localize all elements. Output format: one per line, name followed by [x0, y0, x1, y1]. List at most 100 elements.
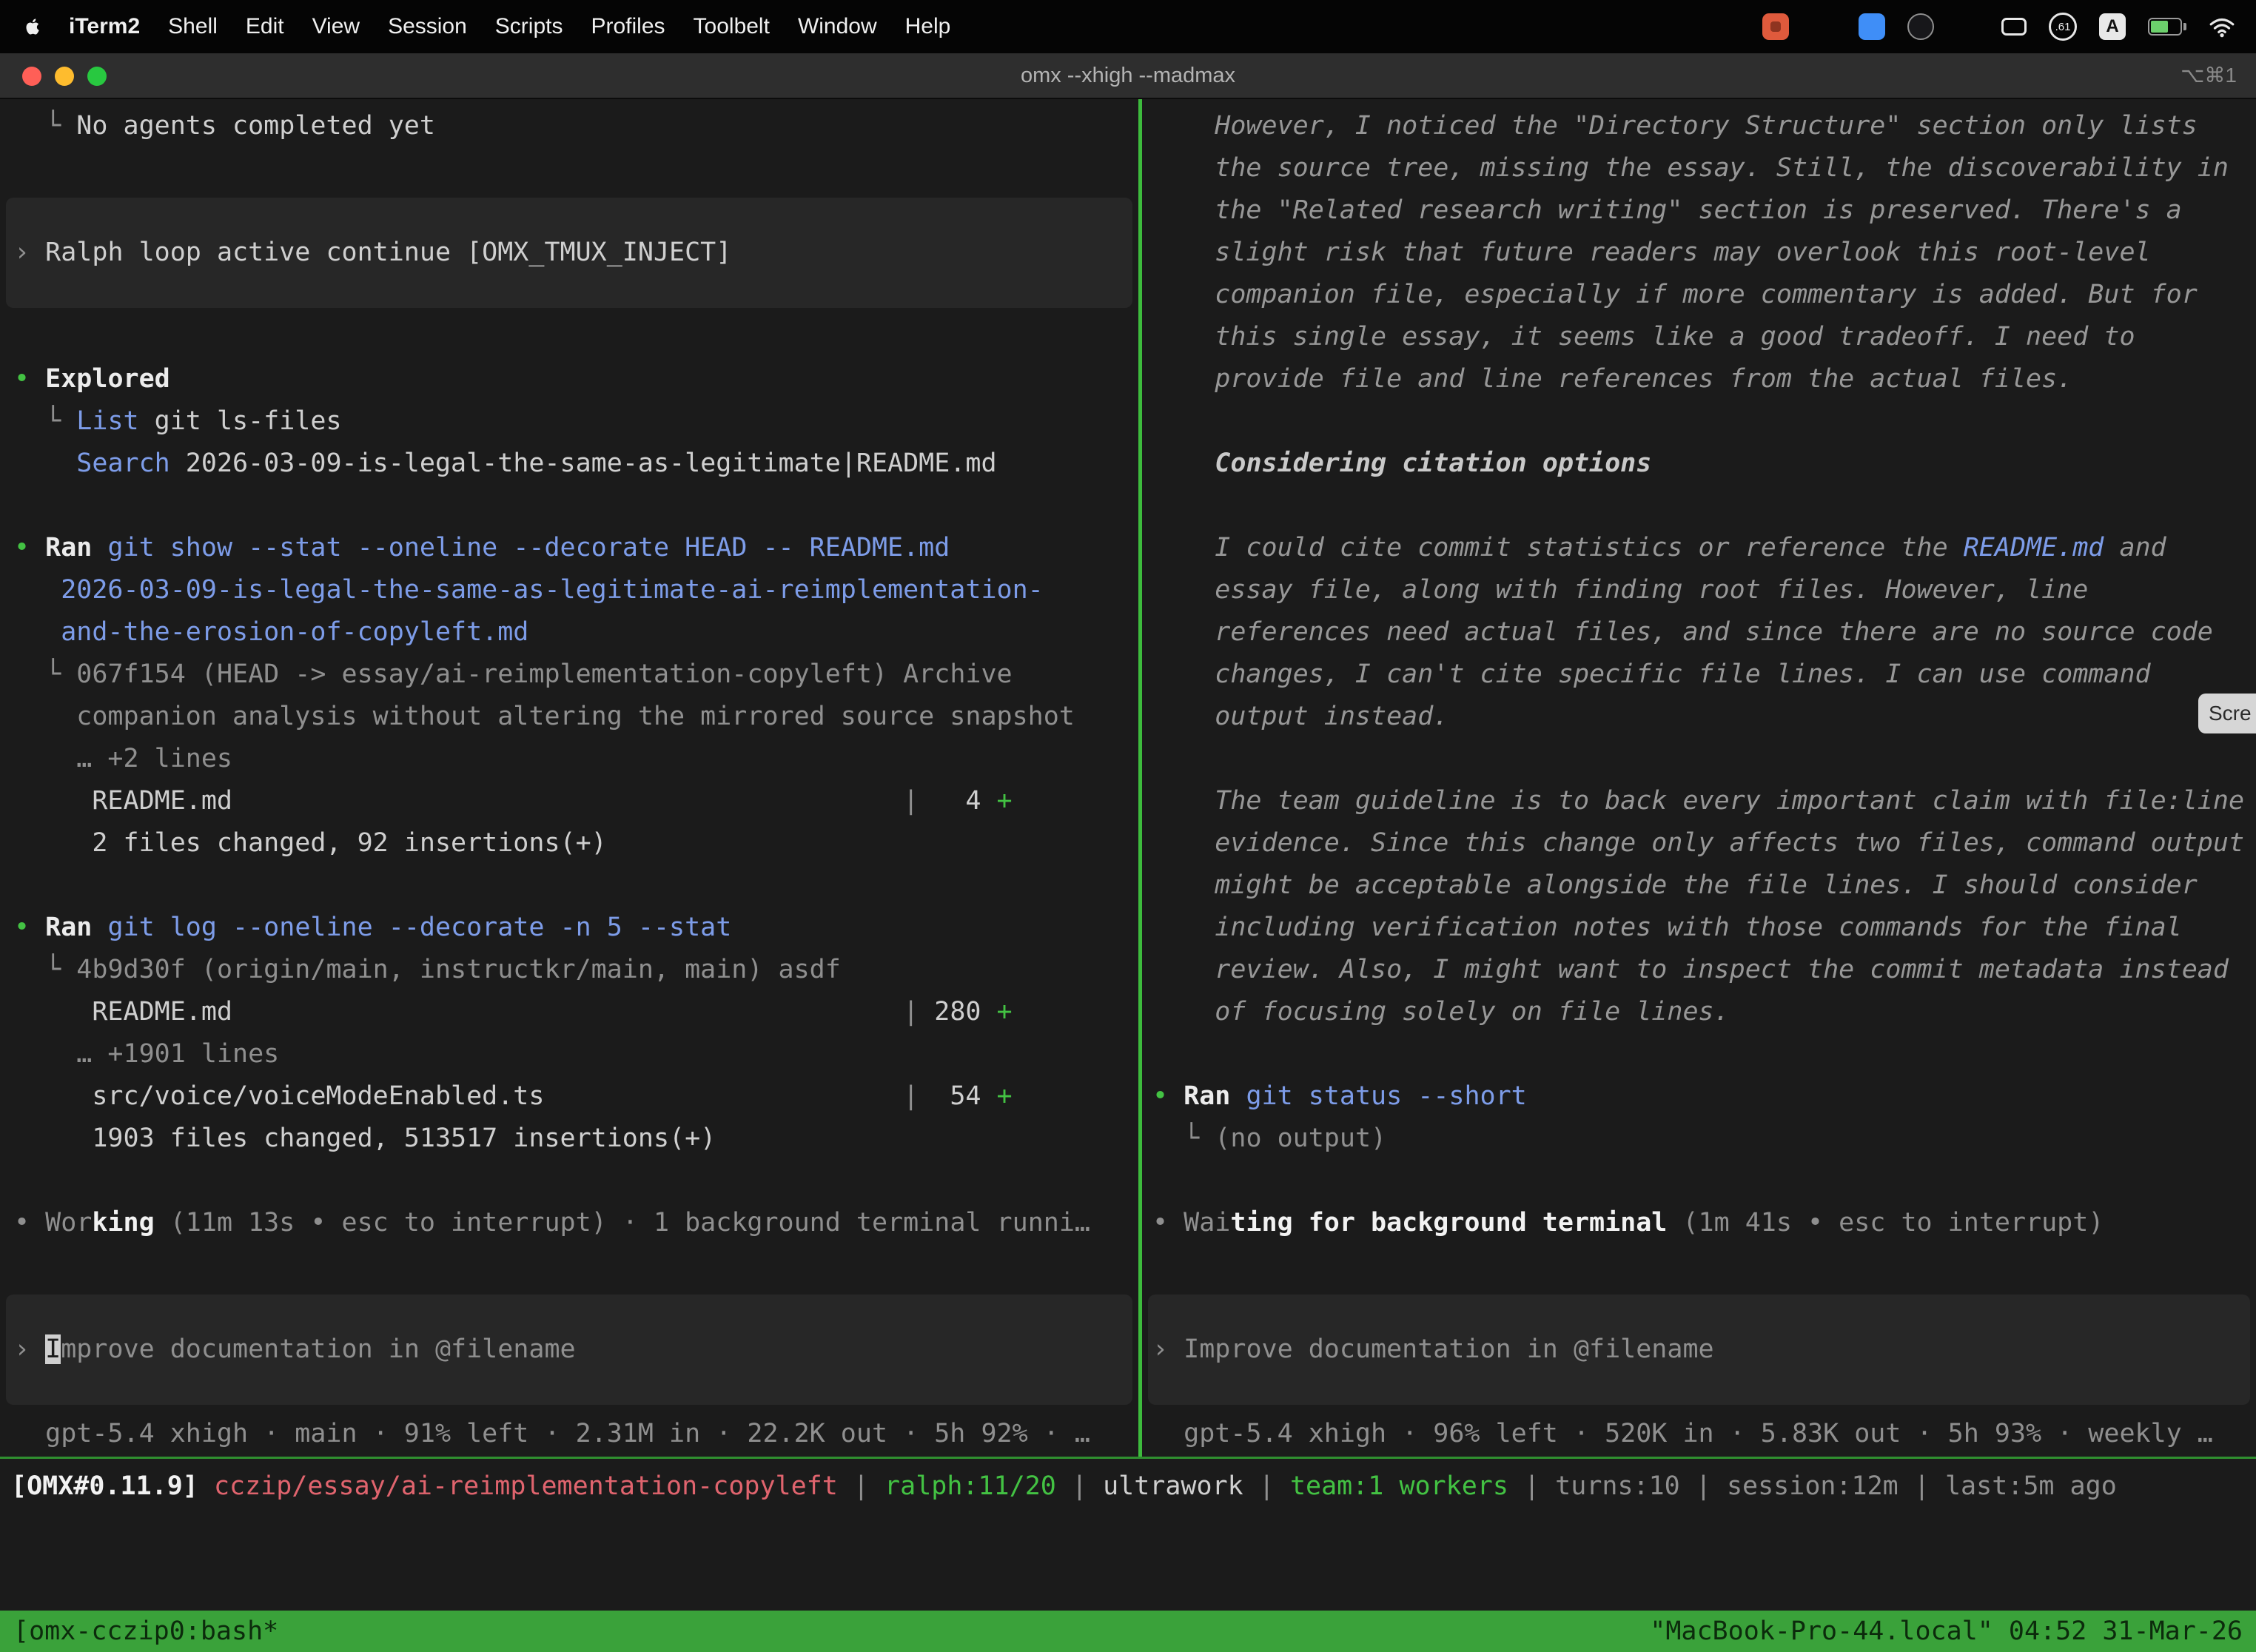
menu-item-view[interactable]: View	[298, 0, 374, 53]
key-icon[interactable]	[2001, 18, 2027, 36]
thinking-line: provide file and line references from th…	[1142, 358, 2256, 400]
commit-line: └ 067f154 (HEAD -> essay/ai-reimplementa…	[0, 654, 1138, 696]
app-icon-dark[interactable]	[1907, 13, 1934, 40]
diff-summary-line: 1903 files changed, 513517 insertions(+)	[0, 1118, 1138, 1160]
text-segment: •	[1152, 1081, 1184, 1111]
text-segment: Improve documentation in @filename	[1184, 1334, 1713, 1364]
window-title: omx --xhigh --madmax	[0, 53, 2256, 98]
blank-line	[0, 864, 1138, 907]
text-segment: (1m 41s • esc to interrupt)	[1667, 1208, 2104, 1238]
text-segment: src/voice/voiceModeEnabled.ts	[14, 1081, 903, 1111]
blank-line	[1142, 738, 2256, 780]
text-segment: and	[2104, 533, 2166, 563]
commit-line: companion analysis without altering the …	[0, 696, 1138, 738]
apple-menu-icon[interactable]	[21, 15, 44, 38]
text-segment: git status --short	[1246, 1081, 1526, 1111]
screen-recording-indicator[interactable]	[1762, 13, 1789, 40]
text-segment: 4	[919, 786, 996, 816]
thinking-line: slight risk that future readers may over…	[1142, 232, 2256, 274]
thinking-line: essay file, along with finding root file…	[1142, 569, 2256, 611]
text-segment: +	[997, 997, 1013, 1027]
window-titlebar[interactable]: omx --xhigh --madmax ⌥⌘1	[0, 53, 2256, 99]
menu-item-toolbelt[interactable]: Toolbelt	[679, 0, 784, 53]
text-segment: |	[1899, 1471, 1945, 1501]
thinking-line: might be acceptable alongside the file l…	[1142, 864, 2256, 907]
text-segment: |	[903, 786, 919, 816]
terminal-pane-right[interactable]: However, I noticed the "Directory Struct…	[1142, 99, 2256, 1457]
text-segment: 067f154 (HEAD -> essay/ai-reimplementati…	[76, 659, 1012, 689]
text-segment: the "Related research writing" section i…	[1152, 195, 2182, 225]
text-segment: List	[76, 406, 138, 436]
text-segment: Ran	[45, 533, 107, 563]
menubar-left: iTerm2ShellEditViewSessionScriptsProfile…	[21, 0, 964, 53]
model-status-line: gpt-5.4 xhigh · 96% left · 520K in · 5.8…	[1142, 1413, 2256, 1455]
text-segment: 1903 files changed, 513517 insertions(+)	[14, 1124, 716, 1153]
thinking-line: However, I noticed the "Directory Struct…	[1142, 105, 2256, 147]
text-segment: 280	[919, 997, 996, 1027]
explored-header: • Explored	[0, 358, 1138, 400]
menu-item-session[interactable]: Session	[374, 0, 481, 53]
ran-git-show-line: • Ran git show --stat --oneline --decora…	[0, 527, 1138, 569]
diff-stat-line: src/voice/voiceModeEnabled.ts | 54 +	[0, 1075, 1138, 1118]
menu-item-profiles[interactable]: Profiles	[577, 0, 679, 53]
prompt-input[interactable]: › Improve documentation in @filename	[6, 1295, 1132, 1405]
wifi-icon[interactable]	[2209, 15, 2235, 38]
menubar-status-icons: .61 A	[1762, 13, 2235, 41]
text-segment: team:1 workers	[1290, 1471, 1508, 1501]
percent-badge-icon[interactable]: .61	[2049, 13, 2077, 41]
text-segment: gpt-5.4 xhigh · 96% left · 520K in · 5.8…	[1152, 1419, 2213, 1448]
text-segment: mprove documentation in @filename	[61, 1334, 575, 1364]
working-status-line: • Working (11m 13s • esc to interrupt) ·…	[0, 1202, 1138, 1244]
text-segment: and-the-erosion-of-copyleft.md	[61, 617, 528, 647]
stage-manager-icon[interactable]	[1811, 14, 1836, 39]
menu-item-scripts[interactable]: Scripts	[481, 0, 577, 53]
text-segment: provide file and line references from th…	[1152, 364, 2072, 394]
text-segment: … +2 lines	[14, 744, 232, 773]
text-segment: • Wai	[1152, 1208, 1230, 1238]
text-segment: •	[14, 533, 45, 563]
text-segment: |	[1056, 1471, 1103, 1501]
text-segment: ultrawork	[1103, 1471, 1243, 1501]
text-segment: README.md	[14, 786, 903, 816]
text-segment: +	[997, 786, 1013, 816]
text-segment: └	[14, 406, 76, 436]
thinking-line: evidence. Since this change only affects…	[1142, 822, 2256, 864]
text-segment: └	[14, 659, 76, 689]
tmux-status-bar: [omx-cczip0:bash* "MacBook-Pro-44.local"…	[0, 1611, 2256, 1652]
prompt-input[interactable]: › Improve documentation in @filename	[1148, 1295, 2250, 1405]
menu-item-shell[interactable]: Shell	[154, 0, 232, 53]
text-segment: of focusing solely on file lines.	[1152, 997, 1730, 1027]
macos-menu-bar: iTerm2ShellEditViewSessionScriptsProfile…	[0, 0, 2256, 53]
text-segment: including verification notes with those …	[1152, 913, 2182, 942]
battery-icon[interactable]	[2148, 18, 2186, 36]
blank-line	[0, 147, 1138, 189]
text-segment: changes, I can't cite specific file line…	[1152, 659, 2151, 689]
text-segment: (no output)	[1215, 1124, 1386, 1153]
text-segment: 2 files changed, 92 insertions(+)	[14, 828, 607, 858]
text-segment: However, I noticed the "Directory Struct…	[1152, 111, 2198, 141]
explored-search-line: Search 2026-03-09-is-legal-the-same-as-l…	[0, 443, 1138, 485]
text-segment: might be acceptable alongside the file l…	[1152, 870, 2198, 900]
text-segment: └	[1152, 1124, 1215, 1153]
menu-item-help[interactable]: Help	[891, 0, 965, 53]
menu-item-iterm2[interactable]: iTerm2	[55, 0, 154, 53]
text-segment: essay file, along with finding root file…	[1152, 575, 2088, 605]
thinking-line: the source tree, missing the essay. Stil…	[1142, 147, 2256, 189]
text-segment: this single essay, it seems like a good …	[1152, 322, 2135, 352]
text-segment: |	[903, 1081, 919, 1111]
menu-item-window[interactable]: Window	[784, 0, 891, 53]
text-segment: git ls-files	[139, 406, 342, 436]
text-segment: references need actual files, and since …	[1152, 617, 2213, 647]
menu-item-edit[interactable]: Edit	[232, 0, 298, 53]
terminal-pane-left[interactable]: └ No agents completed yet› Ralph loop ac…	[0, 99, 1138, 1457]
text-segment: git show --stat --oneline --decorate HEA…	[107, 533, 950, 563]
app-icon-blue[interactable]	[1859, 13, 1885, 40]
text-segment: └	[14, 111, 76, 141]
screen-share-tab[interactable]: Scre	[2198, 694, 2256, 733]
text-segment: slight risk that future readers may over…	[1152, 238, 2151, 267]
app-grid-icon[interactable]	[1956, 16, 1979, 38]
text-segment: |	[1243, 1471, 1290, 1501]
elided-line: … +1901 lines	[0, 1033, 1138, 1075]
input-source-icon[interactable]: A	[2099, 13, 2126, 40]
text-segment: |	[903, 997, 919, 1027]
